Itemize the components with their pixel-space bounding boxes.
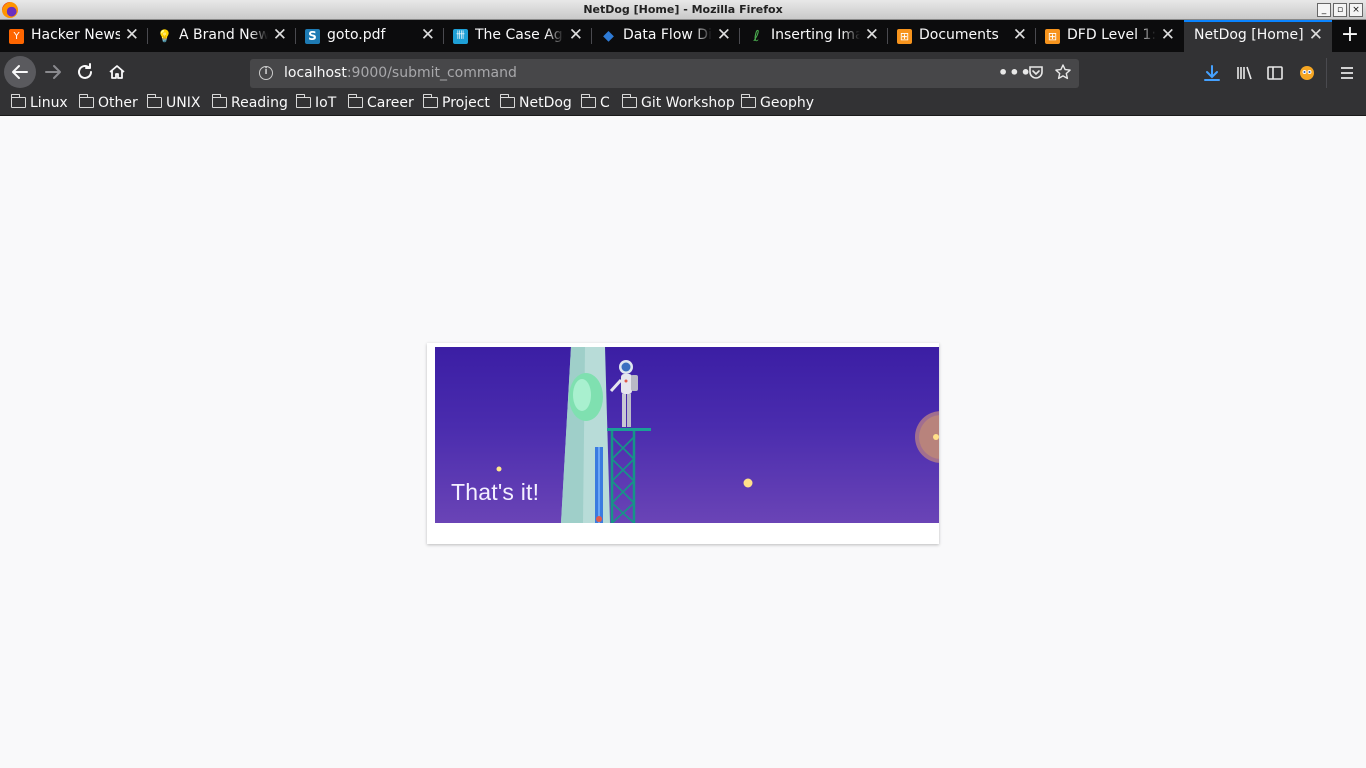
tab-label: Inserting Ima [771, 27, 860, 43]
tab-label: goto.pdf [327, 27, 386, 43]
tab-label: DFD Level 1: [1067, 27, 1156, 43]
sidebar-toggle-icon[interactable] [1264, 63, 1286, 87]
close-tab-icon[interactable]: ✕ [273, 26, 287, 44]
folder-icon [147, 94, 162, 108]
url-host: localhost [284, 65, 347, 81]
close-tab-icon[interactable]: ✕ [421, 26, 435, 44]
close-tab-icon[interactable]: ✕ [125, 26, 139, 44]
pocket-icon[interactable] [1027, 63, 1045, 85]
url-bar[interactable]: i localhost:9000/submit_command ••• [250, 59, 1079, 88]
tab-goto-pdf[interactable]: S goto.pdf ✕ [296, 20, 444, 52]
home-icon [109, 65, 125, 79]
minimize-button[interactable]: _ [1317, 3, 1331, 17]
folder-icon [296, 94, 311, 108]
bookmark-folder-project[interactable]: Project [423, 94, 490, 113]
bookmark-folder-linux[interactable]: Linux [11, 94, 68, 113]
tab-label: A Brand New [179, 27, 268, 43]
tab-label: Hacker News [31, 27, 120, 43]
card-caption: That's it! [451, 479, 540, 505]
home-button[interactable] [102, 57, 132, 87]
window-title-bar: NetDog [Home] - Mozilla Firefox _ ▫ × [0, 0, 1366, 20]
reload-icon [78, 63, 92, 79]
bookmark-folder-git-workshop[interactable]: Git Workshop [622, 94, 735, 113]
site-info-icon[interactable]: i [259, 66, 273, 80]
hamburger-menu-icon[interactable] [1336, 63, 1358, 87]
tab-documents[interactable]: ⊞ Documents ✕ [888, 20, 1036, 52]
tab-label: Data Flow Di [623, 27, 712, 43]
y-combinator-icon: Y [9, 29, 24, 44]
lightbulb-icon: 💡 [157, 29, 172, 43]
tab-dfd-level[interactable]: ⊞ DFD Level 1: ✕ [1036, 20, 1184, 52]
document-app-icon: ⊞ [897, 29, 912, 44]
bookmark-folder-other[interactable]: Other [79, 94, 138, 113]
document-app-icon: ⊞ [1045, 29, 1060, 44]
tab-inserting-images[interactable]: ℓ Inserting Ima ✕ [740, 20, 888, 52]
scribd-icon: S [305, 29, 320, 44]
bookmark-folder-geophy[interactable]: Geophy [741, 94, 814, 113]
folder-icon [500, 94, 515, 108]
close-tab-icon[interactable]: ✕ [865, 26, 879, 44]
bookmark-star-icon[interactable] [1054, 63, 1072, 85]
bookmark-folder-c[interactable]: C [581, 94, 610, 113]
folder-icon [581, 94, 596, 108]
reload-button[interactable] [70, 57, 100, 87]
tab-hacker-news[interactable]: Y Hacker News ✕ [0, 20, 148, 52]
bookmark-folder-netdog[interactable]: NetDog [500, 94, 572, 113]
close-tab-icon[interactable]: ✕ [1309, 26, 1323, 44]
bookmark-folder-career[interactable]: Career [348, 94, 414, 113]
folder-icon [622, 94, 637, 108]
bookmarks-toolbar: Linux Other UNIX Reading IoT Career Proj… [0, 92, 1366, 116]
window-title: NetDog [Home] - Mozilla Firefox [583, 3, 783, 16]
bookmark-folder-unix[interactable]: UNIX [147, 94, 200, 113]
close-tab-icon[interactable]: ✕ [1161, 26, 1175, 44]
tab-label: NetDog [Home] [1194, 27, 1304, 43]
folder-icon [741, 94, 756, 108]
folder-icon [348, 94, 363, 108]
tab-label: The Case Aga [475, 27, 564, 43]
folder-icon [79, 94, 94, 108]
close-window-button[interactable]: × [1349, 3, 1363, 17]
library-icon[interactable] [1233, 63, 1255, 87]
folder-icon [423, 94, 438, 108]
back-button[interactable] [4, 56, 36, 88]
close-tab-icon[interactable]: ✕ [717, 26, 731, 44]
close-tab-icon[interactable]: ✕ [569, 26, 583, 44]
tab-data-flow[interactable]: ◆ Data Flow Di ✕ [592, 20, 740, 52]
bookmark-folder-iot[interactable]: IoT [296, 94, 336, 113]
tab-label: Documents [919, 27, 999, 43]
forward-button[interactable] [38, 57, 68, 87]
close-tab-icon[interactable]: ✕ [1013, 26, 1027, 44]
result-card: That's it! [427, 343, 939, 544]
url-path: :9000/submit_command [346, 65, 517, 81]
arrow-left-icon [12, 65, 28, 79]
folder-icon [212, 94, 227, 108]
new-tab-button[interactable]: + [1334, 20, 1366, 52]
tab-brand-new[interactable]: 💡 A Brand New ✕ [148, 20, 296, 52]
downloads-icon[interactable] [1201, 63, 1223, 87]
tab-case-against[interactable]: 卌 The Case Aga ✕ [444, 20, 592, 52]
arrow-right-icon [45, 65, 61, 79]
tab-netdog-home[interactable]: NetDog [Home] ✕ [1184, 20, 1332, 52]
folder-icon [11, 94, 26, 108]
maximize-button[interactable]: ▫ [1333, 3, 1347, 17]
bookmark-folder-reading[interactable]: Reading [212, 94, 288, 113]
url-text[interactable]: localhost:9000/submit_command [284, 65, 517, 81]
tab-strip: Y Hacker News ✕ 💡 A Brand New ✕ S goto.p… [0, 20, 1366, 52]
leaf-icon: ℓ [753, 27, 760, 45]
lucidchart-icon: ◆ [603, 28, 614, 44]
extension-icon[interactable] [1296, 63, 1318, 87]
card-banner-illustration: That's it! [435, 347, 939, 523]
site-logo-icon: 卌 [453, 29, 468, 44]
